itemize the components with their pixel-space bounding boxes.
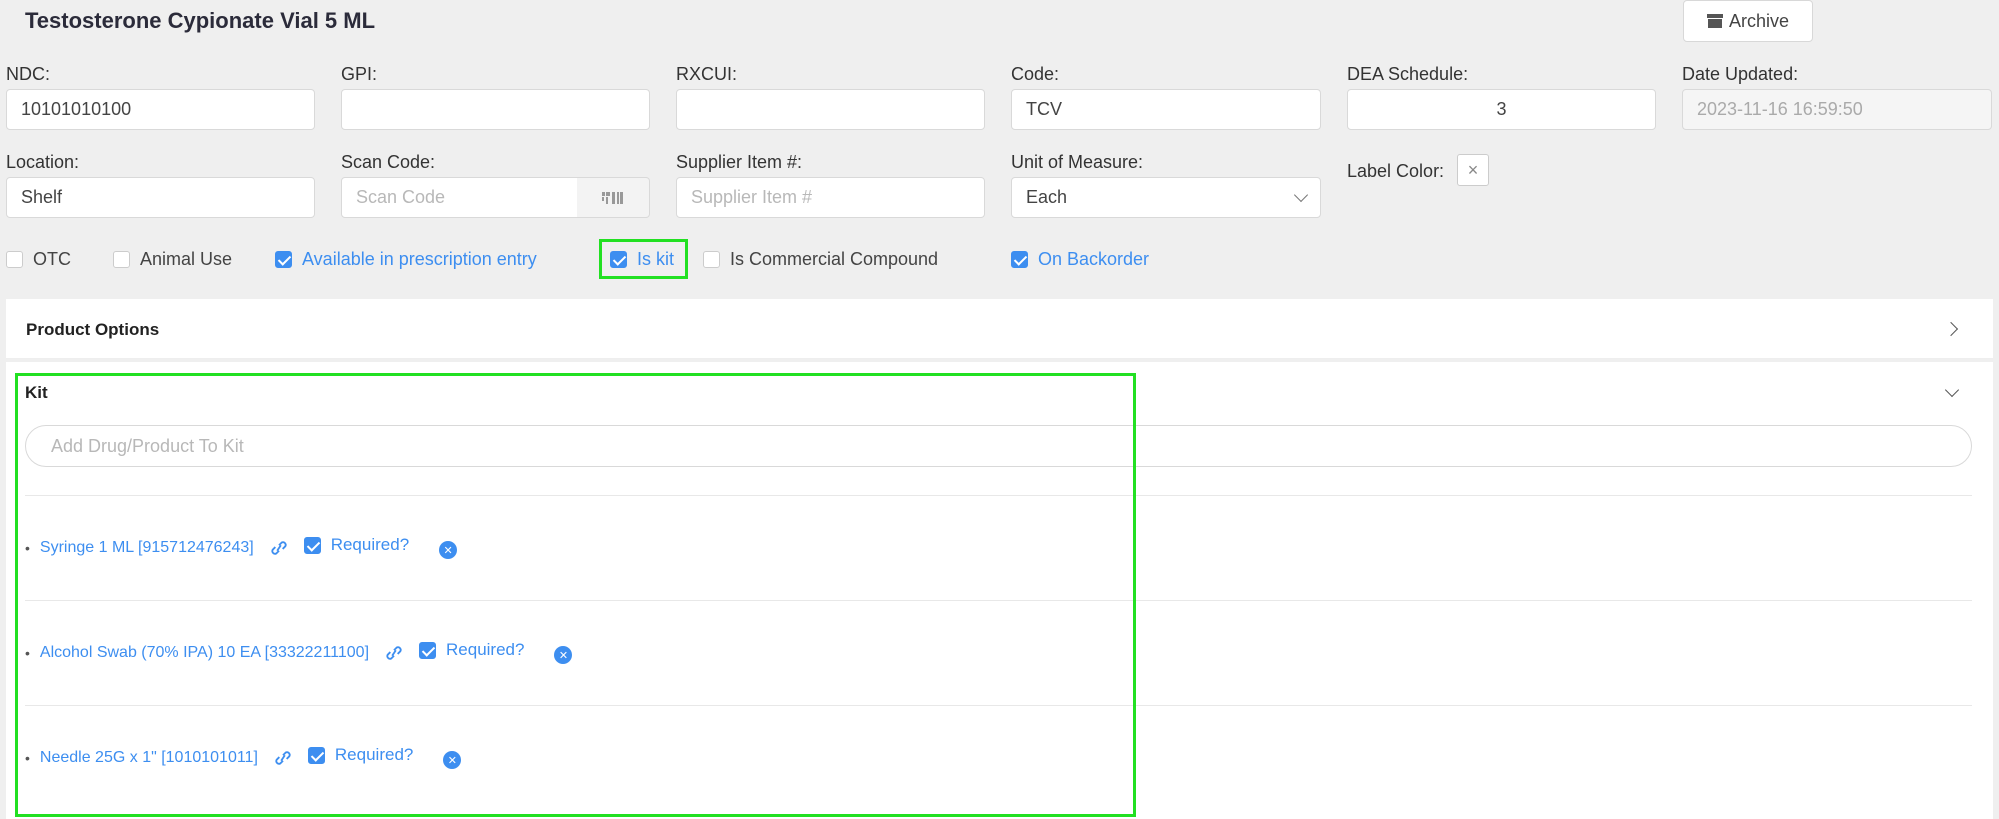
supplier-item-placeholder: Supplier Item #: [691, 187, 813, 207]
otc-label: OTC: [33, 248, 71, 269]
bullet: •: [25, 540, 30, 556]
required-checkbox[interactable]: Required?: [307, 745, 414, 765]
gpi-input[interactable]: [341, 89, 650, 130]
archive-button-label: Archive: [1728, 10, 1790, 31]
unit-of-measure-label: Unit of Measure:: [1011, 152, 1144, 172]
required-checkbox[interactable]: Required?: [303, 535, 410, 555]
scan-code-input[interactable]: Scan Code: [341, 177, 578, 218]
available-in-prescription-entry-checkbox[interactable]: Available in prescription entry: [275, 247, 537, 271]
code-label: Code:: [1011, 64, 1060, 84]
bullet: •: [25, 645, 30, 661]
divider: [25, 705, 1972, 706]
chevron-down-icon: [1293, 187, 1309, 203]
divider: [25, 600, 1972, 601]
remove-item-icon[interactable]: ✕: [554, 646, 573, 664]
available-in-prescription-entry-label: Available in prescription entry: [302, 248, 537, 269]
chevron-right-icon: [1943, 321, 1959, 337]
ndc-input[interactable]: 10101010100: [6, 89, 315, 130]
on-backorder-checkbox[interactable]: On Backorder: [1011, 247, 1149, 271]
date-updated-field: 2023-11-16 16:59:50: [1682, 89, 1992, 130]
archive-icon: [1706, 14, 1723, 28]
required-checkbox[interactable]: Required?: [419, 640, 524, 660]
label-color-picker[interactable]: ×: [1457, 154, 1489, 186]
archive-button[interactable]: Archive: [1683, 0, 1813, 42]
supplier-item-input[interactable]: Supplier Item #: [676, 177, 985, 218]
on-backorder-label: On Backorder: [1038, 248, 1150, 269]
gpi-label: GPI:: [341, 64, 378, 84]
close-icon: ×: [1467, 159, 1479, 180]
unit-of-measure-value: Each: [1026, 187, 1068, 207]
dea-schedule-input[interactable]: 3: [1347, 89, 1656, 130]
animal-use-checkbox[interactable]: Animal Use: [113, 247, 232, 271]
add-to-kit-search-input[interactable]: Add Drug/Product To Kit: [25, 425, 1972, 467]
link-icon[interactable]: [383, 645, 405, 661]
dea-schedule-value: 3: [1496, 99, 1507, 119]
checkbox-box: [703, 250, 720, 268]
scan-code-placeholder: Scan Code: [356, 187, 446, 207]
date-updated-value: 2023-11-16 16:59:50: [1697, 99, 1863, 119]
checkbox-box: [113, 250, 130, 268]
required-label: Required?: [330, 535, 410, 554]
is-kit-checkbox[interactable]: Is kit: [610, 247, 674, 271]
label-color-label: Label Color:: [1347, 161, 1445, 181]
add-to-kit-placeholder: Add Drug/Product To Kit: [51, 435, 244, 456]
product-options-title: Product Options: [26, 320, 160, 339]
bullet: •: [25, 750, 30, 766]
supplier-item-label: Supplier Item #:: [676, 152, 803, 172]
checkbox-box: [419, 641, 437, 659]
list-item: • Syringe 1 ML [915712476243] Required? …: [25, 535, 458, 561]
page-title: Testosterone Cypionate Vial 5 ML: [25, 8, 376, 33]
date-updated-label: Date Updated:: [1682, 64, 1799, 84]
checkbox-box: [610, 250, 627, 268]
ndc-label: NDC:: [6, 64, 50, 84]
is-commercial-compound-label: Is Commercial Compound: [730, 248, 939, 269]
otc-checkbox[interactable]: OTC: [6, 247, 71, 271]
code-input[interactable]: TCV: [1011, 89, 1321, 130]
ndc-value: 10101010100: [21, 99, 132, 119]
kit-item-link[interactable]: Needle 25G x 1" [1010101011]: [40, 749, 258, 767]
location-label: Location:: [6, 152, 80, 172]
dea-schedule-label: DEA Schedule:: [1347, 64, 1469, 84]
remove-item-icon[interactable]: ✕: [439, 541, 458, 559]
scan-code-label: Scan Code:: [341, 152, 436, 172]
link-icon[interactable]: [272, 750, 294, 766]
code-value: TCV: [1026, 99, 1062, 119]
is-commercial-compound-checkbox[interactable]: Is Commercial Compound: [703, 247, 938, 271]
is-kit-label: Is kit: [637, 248, 675, 269]
checkbox-box: [1011, 250, 1028, 268]
barcode-icon: [602, 191, 623, 204]
checkbox-box: [303, 536, 321, 554]
checkbox-box: [275, 250, 292, 268]
link-icon[interactable]: [268, 540, 290, 556]
location-value: Shelf: [21, 187, 63, 207]
checkbox-box: [307, 746, 325, 764]
location-input[interactable]: Shelf: [6, 177, 315, 218]
kit-item-link[interactable]: Syringe 1 ML [915712476243]: [40, 539, 254, 557]
list-item: • Needle 25G x 1" [1010101011] Required?…: [25, 745, 462, 771]
animal-use-label: Animal Use: [140, 248, 233, 269]
kit-title: Kit: [25, 383, 48, 402]
rxcui-label: RXCUI:: [676, 64, 738, 84]
remove-item-icon[interactable]: ✕: [443, 751, 462, 769]
divider: [25, 495, 1972, 496]
product-options-panel-header[interactable]: Product Options: [6, 299, 1993, 359]
rxcui-input[interactable]: [676, 89, 985, 130]
checkbox-box: [6, 250, 23, 268]
required-label: Required?: [334, 745, 414, 764]
list-item: • Alcohol Swab (70% IPA) 10 EA [33322211…: [25, 640, 573, 666]
required-label: Required?: [446, 640, 525, 659]
kit-item-link[interactable]: Alcohol Swab (70% IPA) 10 EA [3332221110…: [40, 644, 369, 662]
barcode-scan-button[interactable]: [577, 177, 650, 218]
unit-of-measure-select[interactable]: Each: [1011, 177, 1321, 218]
